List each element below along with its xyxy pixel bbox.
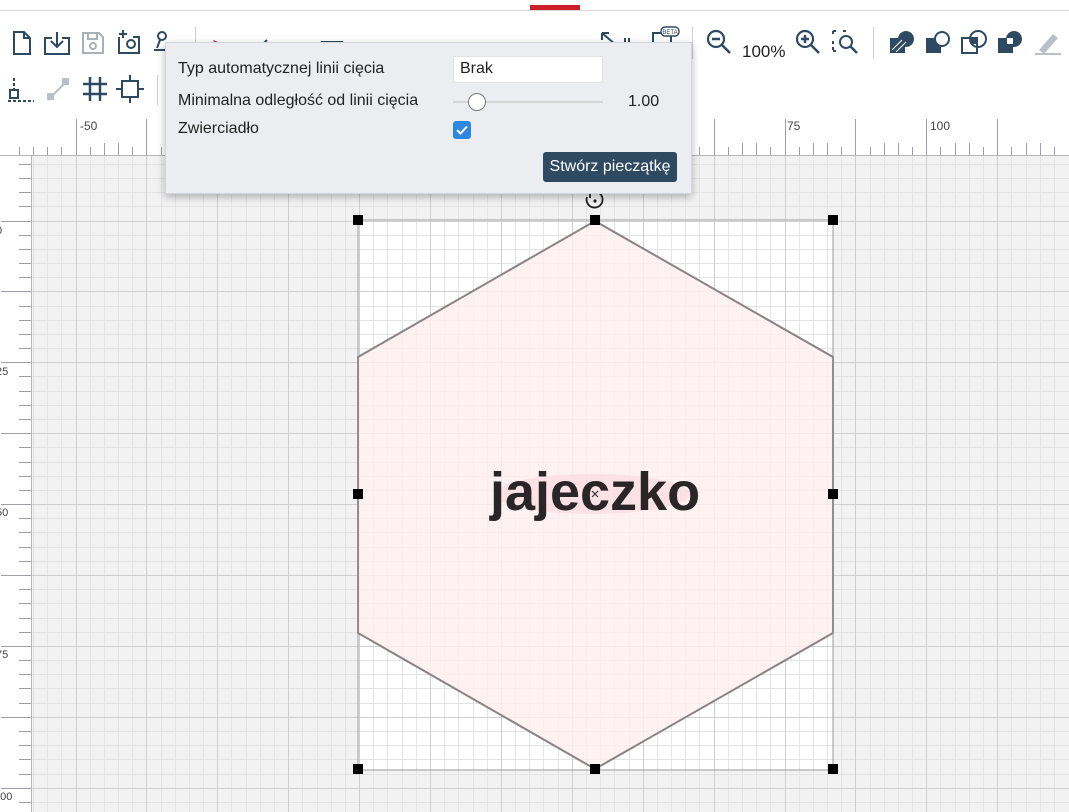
active-indicator xyxy=(530,5,580,10)
resize-handle[interactable] xyxy=(590,764,600,774)
center-icon[interactable] xyxy=(114,73,146,105)
import-icon[interactable] xyxy=(41,29,73,57)
ruler-tick-label: 75 xyxy=(0,649,8,661)
auto-cut-line-type-label: Typ automatycznej linii cięcia xyxy=(178,60,385,77)
resize-handle[interactable] xyxy=(828,764,838,774)
resize-handle[interactable] xyxy=(590,215,600,225)
resize-handle[interactable] xyxy=(353,489,363,499)
min-distance-slider-handle[interactable] xyxy=(467,93,486,111)
ruler-tick-label: 100 xyxy=(930,119,950,133)
zoom-level: 100% xyxy=(742,42,786,61)
cut-line-panel: Typ automatycznej linii cięcia Brak Mini… xyxy=(165,42,692,194)
ruler-tick-label: 0 xyxy=(0,225,2,237)
zoom-fit-icon[interactable] xyxy=(829,27,861,57)
resize-handle[interactable] xyxy=(353,764,363,774)
min-distance-label: Minimalna odległość od linii cięcia xyxy=(178,92,419,109)
auto-cut-line-type-select[interactable]: Brak xyxy=(453,56,603,83)
boolean-union-icon[interactable] xyxy=(886,27,918,57)
checkmark-icon xyxy=(456,125,468,135)
eraser-icon[interactable] xyxy=(1032,27,1064,57)
resize-handle[interactable] xyxy=(828,489,838,499)
zoom-in-icon[interactable] xyxy=(793,27,823,57)
scale-icon[interactable] xyxy=(43,73,73,105)
create-stamp-button[interactable]: Stwórz pieczątkę xyxy=(543,152,677,182)
toolbar-separator xyxy=(157,75,158,105)
resize-handle[interactable] xyxy=(828,215,838,225)
min-distance-value: 1.00 xyxy=(628,93,660,110)
ruler-tick-label: 25 xyxy=(0,366,8,378)
resize-handle[interactable] xyxy=(353,215,363,225)
boolean-subtract-icon[interactable] xyxy=(922,27,954,57)
ruler-tick-label: 100 xyxy=(0,791,12,803)
left-ruler: 0 25 50 75 100 xyxy=(0,156,32,812)
ruler-tick-label: 75 xyxy=(787,119,801,133)
toolbar-separator xyxy=(873,27,874,59)
zoom-out-icon[interactable] xyxy=(704,27,734,57)
editor-app: BETA 100% -50 75 100 5 0 5 00 jajeczko T… xyxy=(0,0,1069,812)
ruler-tick-label: -50 xyxy=(80,119,98,133)
save-icon[interactable] xyxy=(79,29,107,57)
boolean-exclude-icon[interactable] xyxy=(994,27,1026,57)
new-document-icon[interactable] xyxy=(9,29,35,57)
design-canvas[interactable]: jajeczko xyxy=(32,156,1069,812)
align-bottom-icon[interactable] xyxy=(5,73,37,105)
boolean-intersect-icon[interactable] xyxy=(958,27,990,57)
stamp-text[interactable]: jajeczko xyxy=(489,462,700,522)
ruler-tick-label: 50 xyxy=(0,507,8,519)
beta-badge: BETA xyxy=(662,30,677,36)
add-image-icon[interactable] xyxy=(114,27,144,57)
toolbar-separator xyxy=(692,27,693,59)
grid-icon[interactable] xyxy=(80,73,110,105)
mirror-checkbox[interactable] xyxy=(453,121,471,139)
mirror-label: Zwierciadło xyxy=(178,120,259,137)
